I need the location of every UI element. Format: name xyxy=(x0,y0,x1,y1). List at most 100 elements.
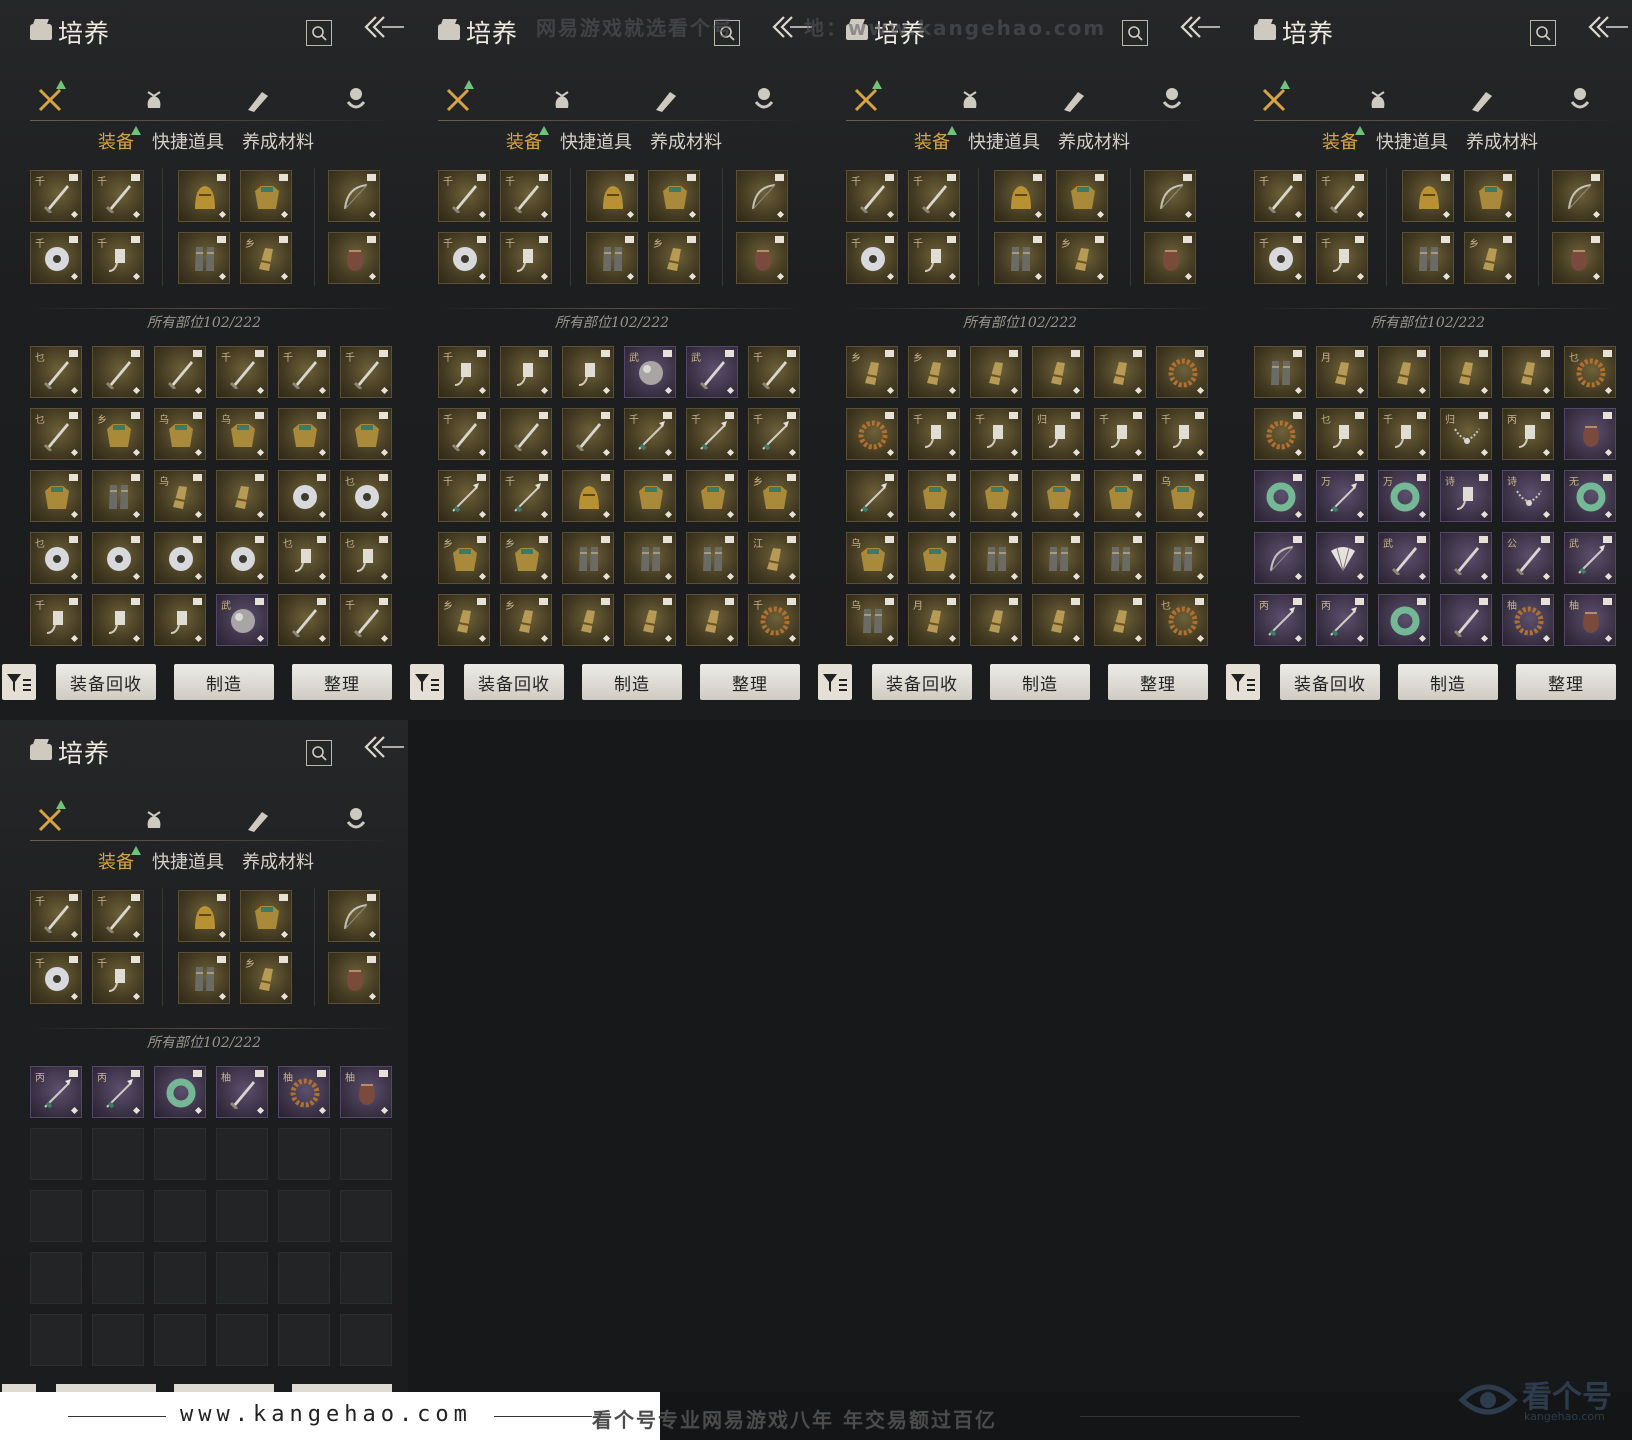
inventory-slot[interactable]: 乜 xyxy=(1156,594,1208,646)
inventory-slot[interactable] xyxy=(92,346,144,398)
inventory-slot[interactable] xyxy=(1254,408,1306,460)
subtab-item[interactable]: 养成材料 xyxy=(1466,128,1538,154)
equipped-slot[interactable] xyxy=(586,232,638,284)
inventory-slot[interactable]: 柚 xyxy=(1502,594,1554,646)
inventory-slot[interactable] xyxy=(154,594,206,646)
equipped-slot[interactable]: 千 xyxy=(92,952,144,1004)
tab-crossed-swords[interactable] xyxy=(36,80,66,114)
tab-pouch[interactable] xyxy=(1364,84,1394,114)
inventory-slot[interactable]: 万 xyxy=(1378,470,1430,522)
inventory-slot[interactable]: 千 xyxy=(1378,408,1430,460)
inventory-slot[interactable]: 千 xyxy=(748,594,800,646)
inventory-slot[interactable]: 武 xyxy=(216,594,268,646)
equipped-slot[interactable]: 千 xyxy=(92,170,144,222)
inventory-slot[interactable] xyxy=(1316,532,1368,584)
inventory-slot[interactable]: 乡 xyxy=(908,346,960,398)
inventory-slot[interactable] xyxy=(686,594,738,646)
equipped-slot[interactable]: 乡 xyxy=(240,952,292,1004)
inventory-slot[interactable]: 柚 xyxy=(340,1066,392,1118)
inventory-slot[interactable] xyxy=(92,470,144,522)
filter-button[interactable] xyxy=(2,664,36,700)
subtab-item[interactable]: 养成材料 xyxy=(650,128,722,154)
equipped-slot[interactable] xyxy=(240,890,292,942)
inventory-slot[interactable]: 乡 xyxy=(500,594,552,646)
collapse-button[interactable] xyxy=(362,734,406,764)
equipped-slot[interactable]: 千 xyxy=(30,232,82,284)
inventory-slot[interactable]: 归 xyxy=(1440,408,1492,460)
equipped-slot[interactable] xyxy=(1552,232,1604,284)
inventory-slot[interactable] xyxy=(1254,470,1306,522)
inventory-slot[interactable]: 千 xyxy=(624,408,676,460)
inventory-slot[interactable]: 丙 xyxy=(92,1066,144,1118)
toolbar-button-edge[interactable] xyxy=(292,1384,392,1392)
tab-pouch[interactable] xyxy=(956,84,986,114)
inventory-slot[interactable]: 归 xyxy=(1032,408,1084,460)
equipped-slot[interactable] xyxy=(328,170,380,222)
craft-button[interactable]: 制造 xyxy=(582,664,682,700)
inventory-slot[interactable] xyxy=(154,1066,206,1118)
inventory-slot[interactable]: 万 xyxy=(1316,470,1368,522)
filter-button[interactable] xyxy=(818,664,852,700)
equipped-slot[interactable] xyxy=(994,232,1046,284)
equipped-slot[interactable]: 千 xyxy=(908,232,960,284)
tab-scroll[interactable] xyxy=(650,84,680,114)
inventory-slot[interactable]: 乡 xyxy=(748,470,800,522)
filter-button[interactable] xyxy=(1226,664,1260,700)
inventory-slot[interactable]: 江 xyxy=(748,532,800,584)
toolbar-button-edge[interactable] xyxy=(2,1384,36,1392)
inventory-slot[interactable]: 乌 xyxy=(846,532,898,584)
inventory-slot[interactable]: 乌 xyxy=(1156,470,1208,522)
inventory-slot[interactable]: 乜 xyxy=(30,532,82,584)
inventory-slot[interactable]: 月 xyxy=(1316,346,1368,398)
inventory-slot[interactable] xyxy=(1156,532,1208,584)
inventory-slot[interactable] xyxy=(624,594,676,646)
inventory-slot[interactable]: 乜 xyxy=(340,470,392,522)
inventory-slot[interactable] xyxy=(970,532,1022,584)
toolbar-button-edge[interactable] xyxy=(56,1384,156,1392)
recycle-button[interactable]: 装备回收 xyxy=(56,664,156,700)
inventory-slot[interactable]: 千 xyxy=(340,594,392,646)
inventory-slot[interactable]: 武 xyxy=(1378,532,1430,584)
inventory-slot[interactable] xyxy=(846,470,898,522)
inventory-slot[interactable] xyxy=(216,470,268,522)
inventory-slot[interactable] xyxy=(908,532,960,584)
inventory-slot[interactable] xyxy=(154,532,206,584)
inventory-slot[interactable] xyxy=(1094,594,1146,646)
inventory-slot[interactable] xyxy=(686,532,738,584)
inventory-slot[interactable] xyxy=(1254,532,1306,584)
equipped-slot[interactable] xyxy=(178,952,230,1004)
inventory-slot[interactable]: 千 xyxy=(908,408,960,460)
inventory-slot[interactable] xyxy=(562,532,614,584)
inventory-slot[interactable]: 柚 xyxy=(216,1066,268,1118)
tab-crossed-swords[interactable] xyxy=(852,80,882,114)
subtab-item[interactable]: 快捷道具 xyxy=(560,128,632,154)
inventory-slot[interactable]: 千 xyxy=(438,346,490,398)
inventory-slot[interactable]: 千 xyxy=(1094,408,1146,460)
equipped-slot[interactable]: 千 xyxy=(846,232,898,284)
subtab-item[interactable]: 快捷道具 xyxy=(1376,128,1448,154)
search-button[interactable] xyxy=(306,740,332,766)
inventory-slot[interactable]: 千 xyxy=(30,594,82,646)
inventory-slot[interactable]: 乌 xyxy=(154,408,206,460)
inventory-slot[interactable]: 乜 xyxy=(278,532,330,584)
subtab-item[interactable]: 快捷道具 xyxy=(968,128,1040,154)
inventory-slot[interactable] xyxy=(278,594,330,646)
subtab-item[interactable]: 养成材料 xyxy=(1058,128,1130,154)
recycle-button[interactable]: 装备回收 xyxy=(872,664,972,700)
collapse-button[interactable] xyxy=(362,14,406,44)
equipped-slot[interactable] xyxy=(736,232,788,284)
inventory-slot[interactable]: 公 xyxy=(1502,532,1554,584)
equipped-slot[interactable] xyxy=(1056,170,1108,222)
equipped-slot[interactable] xyxy=(1552,170,1604,222)
inventory-slot[interactable] xyxy=(1502,346,1554,398)
inventory-slot[interactable] xyxy=(624,470,676,522)
inventory-slot[interactable]: 武 xyxy=(1564,532,1616,584)
craft-button[interactable]: 制造 xyxy=(174,664,274,700)
sort-button[interactable]: 整理 xyxy=(700,664,800,700)
inventory-slot[interactable]: 丙 xyxy=(1502,408,1554,460)
inventory-slot[interactable]: 千 xyxy=(278,346,330,398)
inventory-slot[interactable]: 千 xyxy=(748,408,800,460)
inventory-slot[interactable] xyxy=(624,532,676,584)
inventory-slot[interactable]: 千 xyxy=(438,408,490,460)
inventory-slot[interactable]: 乌 xyxy=(154,470,206,522)
